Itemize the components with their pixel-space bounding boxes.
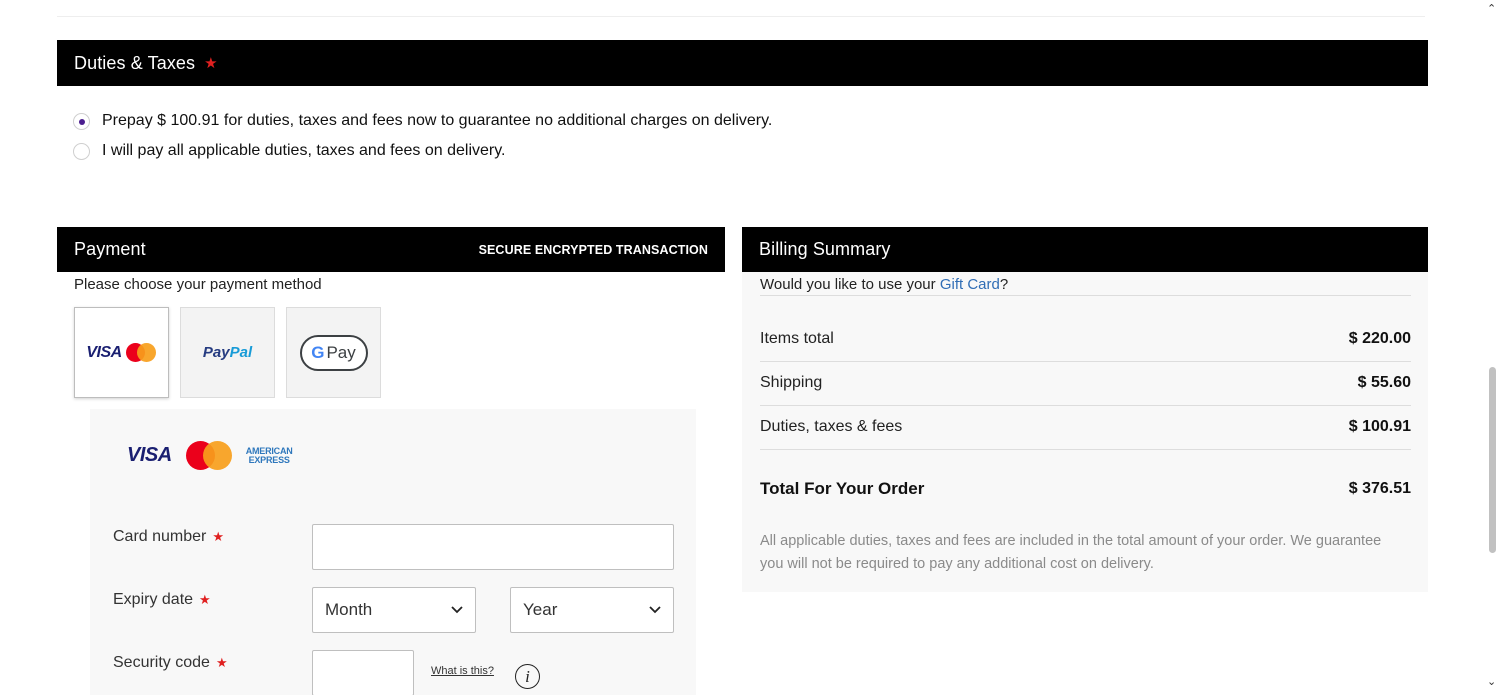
google-pay-logo: G Pay (299, 334, 368, 371)
gift-card-link[interactable]: Gift Card (940, 276, 1000, 293)
mastercard-logo-icon (125, 342, 157, 363)
accepted-cards: VISA AMERICAN EXPRESS (127, 441, 293, 470)
visa-logo: VISA (86, 343, 122, 361)
card-number-label: Card number ★ (113, 528, 225, 545)
payment-method-prompt: Please choose your payment method (74, 276, 322, 293)
chevron-down-icon (451, 606, 463, 614)
what-is-this-link[interactable]: What is this? (431, 665, 494, 677)
required-star-icon: ★ (204, 55, 218, 72)
security-code-label: Security code ★ (113, 654, 228, 671)
paypal-logo: PayPal (202, 344, 253, 361)
divider (760, 405, 1411, 406)
scroll-down-icon[interactable]: ⌄ (1487, 675, 1496, 688)
billing-summary-title: Billing Summary (759, 239, 891, 259)
card-number-input[interactable] (312, 524, 674, 570)
secure-transaction-label: SECURE ENCRYPTED TRANSACTION (478, 242, 708, 257)
duties-header: Duties & Taxes ★ (57, 40, 1428, 86)
summary-row-shipping: Shipping $ 55.60 (760, 374, 1411, 391)
info-icon[interactable]: i (515, 664, 540, 689)
payment-method-google-pay[interactable]: G Pay (286, 307, 381, 398)
divider (760, 295, 1411, 296)
visa-brand-logo: VISA (127, 444, 172, 466)
divider (760, 361, 1411, 362)
expiry-month-select[interactable]: Month (312, 587, 476, 633)
radio-selected-icon[interactable] (73, 112, 90, 130)
radio-unselected-icon[interactable] (73, 142, 90, 160)
duties-guarantee-note: All applicable duties, taxes and fees ar… (760, 533, 1382, 572)
top-divider (57, 16, 1425, 17)
duty-option-on-delivery-label: I will pay all applicable duties, taxes … (102, 142, 506, 159)
security-code-input[interactable] (312, 650, 414, 695)
summary-row-total: Total For Your Order $ 376.51 (760, 479, 1411, 498)
billing-summary-header: Billing Summary (742, 227, 1428, 272)
amex-brand-logo: AMERICAN EXPRESS (245, 445, 293, 465)
summary-row-items: Items total $ 220.00 (760, 330, 1411, 347)
duty-option-prepay[interactable]: Prepay $ 100.91 for duties, taxes and fe… (73, 112, 772, 130)
duty-option-on-delivery[interactable]: I will pay all applicable duties, taxes … (73, 142, 505, 160)
expiry-year-value: Year (523, 600, 558, 619)
expiry-year-select[interactable]: Year (510, 587, 674, 633)
required-star-icon: ★ (212, 529, 225, 544)
duties-title: Duties & Taxes (74, 52, 196, 73)
required-star-icon: ★ (215, 655, 228, 670)
payment-method-card[interactable]: VISA (74, 307, 169, 398)
scroll-up-icon[interactable]: ⌃ (1487, 2, 1496, 15)
payment-header: Payment SECURE ENCRYPTED TRANSACTION (57, 227, 725, 272)
duty-option-prepay-label: Prepay $ 100.91 for duties, taxes and fe… (102, 112, 773, 129)
gift-card-prompt: Would you like to use your Gift Card? (760, 276, 1009, 293)
required-star-icon: ★ (199, 592, 211, 607)
divider (760, 449, 1411, 450)
summary-row-duties: Duties, taxes & fees $ 100.91 (760, 418, 1411, 435)
payment-title: Payment (74, 239, 146, 259)
expiry-date-label: Expiry date ★ (113, 591, 211, 608)
scrollbar-thumb[interactable] (1489, 367, 1496, 553)
chevron-down-icon (649, 606, 661, 614)
expiry-month-value: Month (325, 600, 373, 619)
payment-method-paypal[interactable]: PayPal (180, 307, 275, 398)
mastercard-brand-icon (185, 441, 232, 470)
